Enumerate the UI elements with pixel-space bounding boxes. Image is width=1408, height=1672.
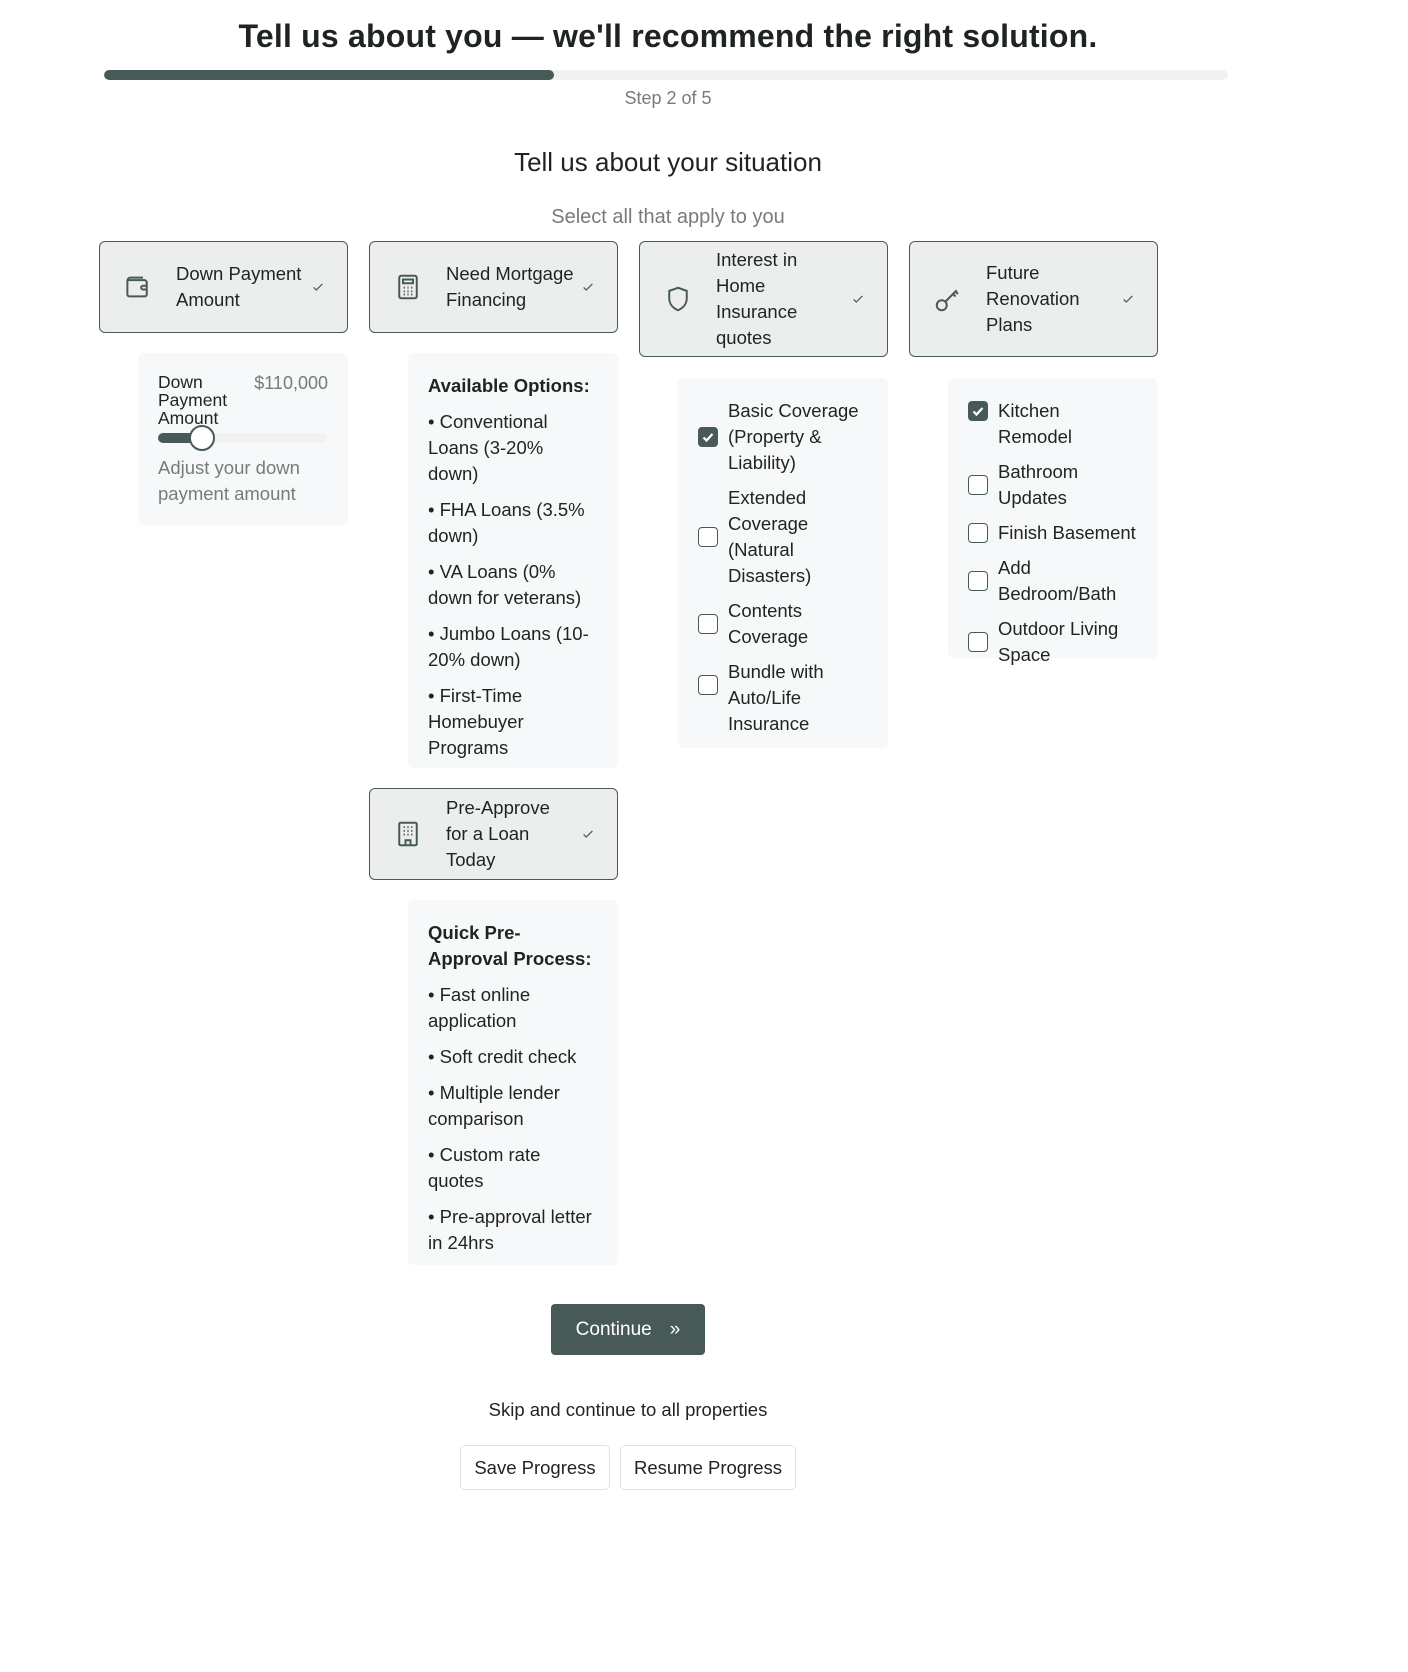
down-payment-slider[interactable] [158,425,327,451]
check-icon [311,280,325,294]
checkbox-label: Contents Coverage [728,600,809,647]
option-card-down-payment[interactable]: Down Payment Amount [99,241,348,333]
step-indicator: Step 2 of 5 [624,88,712,108]
key-icon [932,283,964,315]
skip-link[interactable]: Skip and continue to all properties [0,1399,1256,1421]
checkbox-label: Add Bedroom/Bath [998,557,1117,604]
preapprove-heading: Quick Pre-Approval Process: [428,922,592,969]
option-card-label: Down Payment Amount [176,263,302,310]
checkbox[interactable] [968,401,988,421]
option-card-mortgage[interactable]: Need Mortgage Financing [369,241,618,333]
list-item: • Custom rate quotes [428,1144,541,1191]
shield-icon [662,283,694,315]
list-item: • FHA Loans (3.5% down) [428,499,585,546]
mortgage-options-heading: Available Options: [428,375,590,396]
check-icon [1121,292,1135,306]
option-card-preapprove[interactable]: Pre-Approve for a Loan Today [369,788,618,880]
checkbox-label: Bundle with Auto/Life Insurance [728,661,824,734]
option-card-insurance[interactable]: Interest in Home Insurance quotes [639,241,888,357]
mortgage-options-panel: Available Options: • Conventional Loans … [408,353,618,768]
checkbox[interactable] [968,632,988,652]
list-item: • Multiple lender comparison [428,1082,560,1129]
list-item: • Jumbo Loans (10-20% down) [428,623,589,670]
insurance-option[interactable]: Extended Coverage (Natural Disasters) [698,485,868,589]
down-payment-label: Down Payment Amount [158,372,228,428]
list-item: • Pre-approval letter in 24hrs [428,1206,592,1253]
checkbox[interactable] [698,527,718,547]
option-card-label: Future Renovation Plans [986,262,1080,335]
renovation-option[interactable]: Add Bedroom/Bath [968,555,1138,607]
insurance-option[interactable]: Contents Coverage [698,598,868,650]
check-icon [581,280,595,294]
checkbox-label: Finish Basement [998,522,1136,543]
renovation-option[interactable]: Kitchen Remodel [968,398,1138,450]
check-icon [851,292,865,306]
preapprove-panel: Quick Pre-Approval Process: • Fast onlin… [408,900,618,1265]
option-card-label: Need Mortgage Financing [446,263,574,310]
page-title: Tell us about you — we'll recommend the … [238,18,1098,54]
progress-bar [104,70,1228,80]
down-payment-help: Adjust your down payment amount [158,457,300,504]
down-payment-value: $110,000 [254,373,328,393]
section-title: Tell us about your situation [514,147,822,177]
check-icon [581,827,595,841]
building-icon [392,818,424,850]
section-subtitle: Select all that apply to you [551,206,785,228]
renovation-option[interactable]: Finish Basement [968,520,1138,546]
insurance-options-panel: Basic Coverage (Property & Liability) Ex… [678,378,888,748]
list-item: • VA Loans (0% down for veterans) [428,561,582,608]
renovation-option[interactable]: Bathroom Updates [968,459,1138,511]
renovation-option[interactable]: Outdoor Living Space [968,616,1138,668]
list-item: • First-Time Homebuyer Programs [428,685,524,758]
checkbox-label: Kitchen Remodel [998,400,1073,447]
checkbox-label: Outdoor Living Space [998,618,1119,665]
checkbox[interactable] [968,475,988,495]
list-item: • Soft credit check [428,1046,577,1067]
double-chevron-right-icon: » [669,1318,681,1340]
save-progress-button[interactable]: Save Progress [460,1445,610,1490]
progress-bar-fill [104,70,554,80]
insurance-option[interactable]: Bundle with Auto/Life Insurance [698,659,868,737]
checkbox-label: Bathroom Updates [998,461,1079,508]
checkbox-label: Extended Coverage (Natural Disasters) [728,487,812,586]
wallet-icon [122,271,154,303]
option-card-renovation[interactable]: Future Renovation Plans [909,241,1158,357]
checkbox[interactable] [968,523,988,543]
renovation-options-panel: Kitchen Remodel Bathroom Updates Finish … [948,378,1158,665]
continue-button-label: Continue [575,1318,652,1340]
slider-thumb[interactable] [188,425,215,451]
checkbox-label: Basic Coverage (Property & Liability) [728,400,859,473]
option-card-label: Interest in Home Insurance quotes [716,249,798,348]
list-item: • Fast online application [428,984,531,1031]
checkbox[interactable] [698,427,718,447]
checkbox[interactable] [698,614,718,634]
down-payment-panel: Down Payment Amount $110,000 Adjust your… [138,353,348,525]
checkbox[interactable] [698,675,718,695]
resume-progress-button[interactable]: Resume Progress [620,1445,796,1490]
continue-button[interactable]: Continue » [551,1304,705,1355]
option-card-label: Pre-Approve for a Loan Today [446,797,550,870]
calculator-icon [392,271,424,303]
list-item: • Conventional Loans (3-20% down) [428,411,548,484]
insurance-option[interactable]: Basic Coverage (Property & Liability) [698,398,868,476]
checkbox[interactable] [968,571,988,591]
